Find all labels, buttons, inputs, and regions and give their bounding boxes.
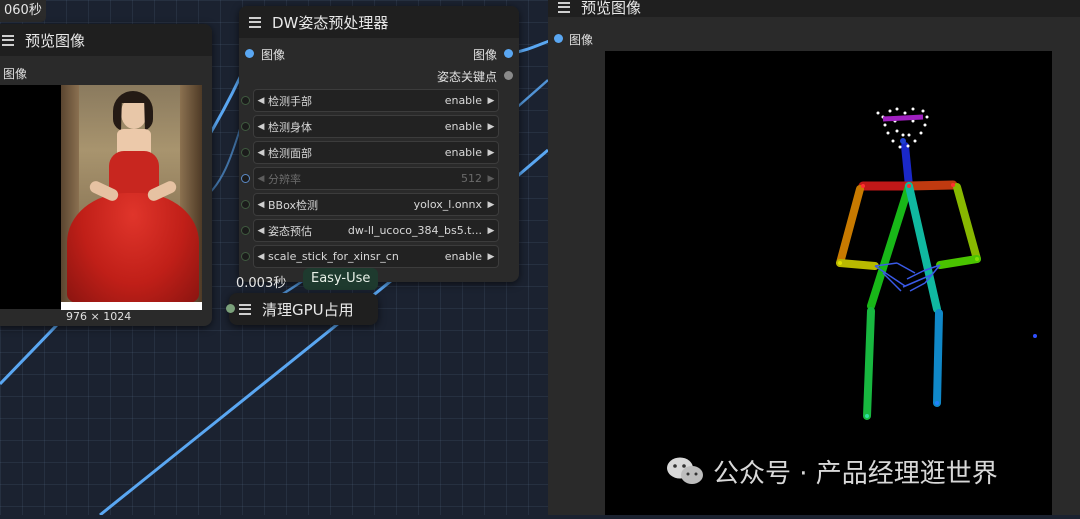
node-title: DW姿态预处理器: [272, 13, 389, 32]
node-title-bar[interactable]: DW姿态预处理器: [239, 6, 519, 38]
increment-arrow-icon[interactable]: ▶: [484, 122, 498, 132]
pose-skeleton-icon: [836, 107, 1037, 420]
widget-bbox-detector[interactable]: ◀ BBox检测 yolox_l.onnx ▶: [241, 193, 499, 216]
increment-arrow-icon[interactable]: ▶: [484, 200, 498, 210]
dw-pose-preprocessor-node[interactable]: DW姿态预处理器 图像 图像 姿态关键点 ◀ 检测手部 enable ▶ ◀ 检…: [239, 6, 519, 282]
clean-gpu-timer: 0.003秒: [236, 276, 287, 291]
widget-input-dot[interactable]: [241, 252, 250, 261]
menu-icon[interactable]: [558, 1, 572, 13]
widget-label: 检测面部: [268, 146, 312, 160]
decrement-arrow-icon[interactable]: ◀: [254, 148, 268, 158]
increment-arrow-icon[interactable]: ▶: [484, 252, 498, 262]
widget-value: 512: [461, 172, 482, 185]
node-title: 预览图像: [581, 0, 642, 17]
widget-label: BBox检测: [268, 198, 318, 212]
decrement-arrow-icon[interactable]: ◀: [254, 200, 268, 210]
increment-arrow-icon[interactable]: ▶: [484, 226, 498, 236]
widget-value: enable: [444, 146, 482, 159]
keypoints-output-label: 姿态关键点: [436, 70, 497, 84]
preview-image[interactable]: [61, 85, 202, 302]
keypoints-output-port[interactable]: [504, 71, 513, 80]
image-input-label: 图像: [261, 48, 286, 62]
increment-arrow-icon[interactable]: ▶: [484, 96, 498, 106]
widget-scale-stick[interactable]: ◀ scale_stick_for_xinsr_cn enable ▶: [241, 245, 499, 268]
menu-icon[interactable]: [2, 34, 16, 46]
widget-resolution[interactable]: ◀ 分辨率 512 ▶: [241, 167, 499, 190]
decrement-arrow-icon[interactable]: ◀: [254, 174, 268, 184]
widget-label: 检测身体: [268, 120, 312, 134]
widget-input-dot[interactable]: [241, 200, 250, 209]
node-title-bar[interactable]: 预览图像: [0, 24, 212, 56]
image-size-label: 976 × 1024: [66, 310, 132, 323]
node-title-bar[interactable]: 预览图像: [548, 0, 1080, 17]
widget-value: enable: [444, 94, 482, 107]
menu-icon[interactable]: [239, 303, 253, 315]
decrement-arrow-icon[interactable]: ◀: [254, 252, 268, 262]
increment-arrow-icon[interactable]: ▶: [484, 174, 498, 184]
node-title: 清理GPU占用: [262, 300, 354, 319]
preview-image-node-left[interactable]: 预览图像 图像 976 × 1024: [0, 24, 212, 326]
widget-value: dw-ll_ucoco_384_bs5.t...: [347, 224, 482, 237]
menu-icon[interactable]: [249, 16, 263, 28]
preview-image-node-right[interactable]: 预览图像 图像: [548, 0, 1080, 515]
widget-input-dot[interactable]: [241, 174, 250, 183]
decrement-arrow-icon[interactable]: ◀: [254, 96, 268, 106]
image-output-label: 图像: [472, 48, 497, 62]
watermark: 公众号 · 产品经理逛世界: [665, 452, 998, 490]
input-port[interactable]: [226, 304, 235, 313]
widget-detect-face[interactable]: ◀ 检测面部 enable ▶: [241, 141, 499, 164]
image-output-port[interactable]: [504, 49, 513, 58]
widget-input-dot[interactable]: [241, 96, 250, 105]
pose-skeleton-image[interactable]: [605, 51, 1052, 515]
image-input-port[interactable]: [245, 49, 254, 58]
widget-label: scale_stick_for_xinsr_cn: [268, 250, 399, 263]
image-bottom-strip: [61, 302, 202, 310]
clean-gpu-node[interactable]: 清理GPU占用: [226, 293, 378, 325]
widget-pose-estimator[interactable]: ◀ 姿态预估 dw-ll_ucoco_384_bs5.t... ▶: [241, 219, 499, 242]
widget-label: 检测手部: [268, 94, 312, 108]
widget-value: yolox_l.onnx: [413, 198, 482, 211]
easy-use-badge: Easy-Use: [303, 268, 379, 290]
image-port-label: 图像: [569, 33, 594, 47]
widget-input-dot[interactable]: [241, 148, 250, 157]
widget-detect-hand[interactable]: ◀ 检测手部 enable ▶: [241, 89, 499, 112]
image-port-label: 图像: [3, 67, 28, 81]
decrement-arrow-icon[interactable]: ◀: [254, 226, 268, 236]
widget-value: enable: [444, 120, 482, 133]
widget-label: 姿态预估: [268, 224, 312, 238]
image-input-port[interactable]: [554, 34, 563, 43]
widget-input-dot[interactable]: [241, 122, 250, 131]
widget-value: enable: [444, 250, 482, 263]
node-title-bar[interactable]: 清理GPU占用: [229, 293, 378, 325]
widget-input-dot[interactable]: [241, 226, 250, 235]
widget-label: 分辨率: [268, 172, 301, 186]
wechat-icon: [667, 457, 703, 484]
execution-timer: 060秒: [0, 0, 46, 22]
node-title: 预览图像: [25, 31, 86, 50]
preview-black-area: [0, 85, 62, 309]
watermark-text: 公众号 · 产品经理逛世界: [713, 458, 998, 489]
increment-arrow-icon[interactable]: ▶: [484, 148, 498, 158]
widget-detect-body[interactable]: ◀ 检测身体 enable ▶: [241, 115, 499, 138]
decrement-arrow-icon[interactable]: ◀: [254, 122, 268, 132]
